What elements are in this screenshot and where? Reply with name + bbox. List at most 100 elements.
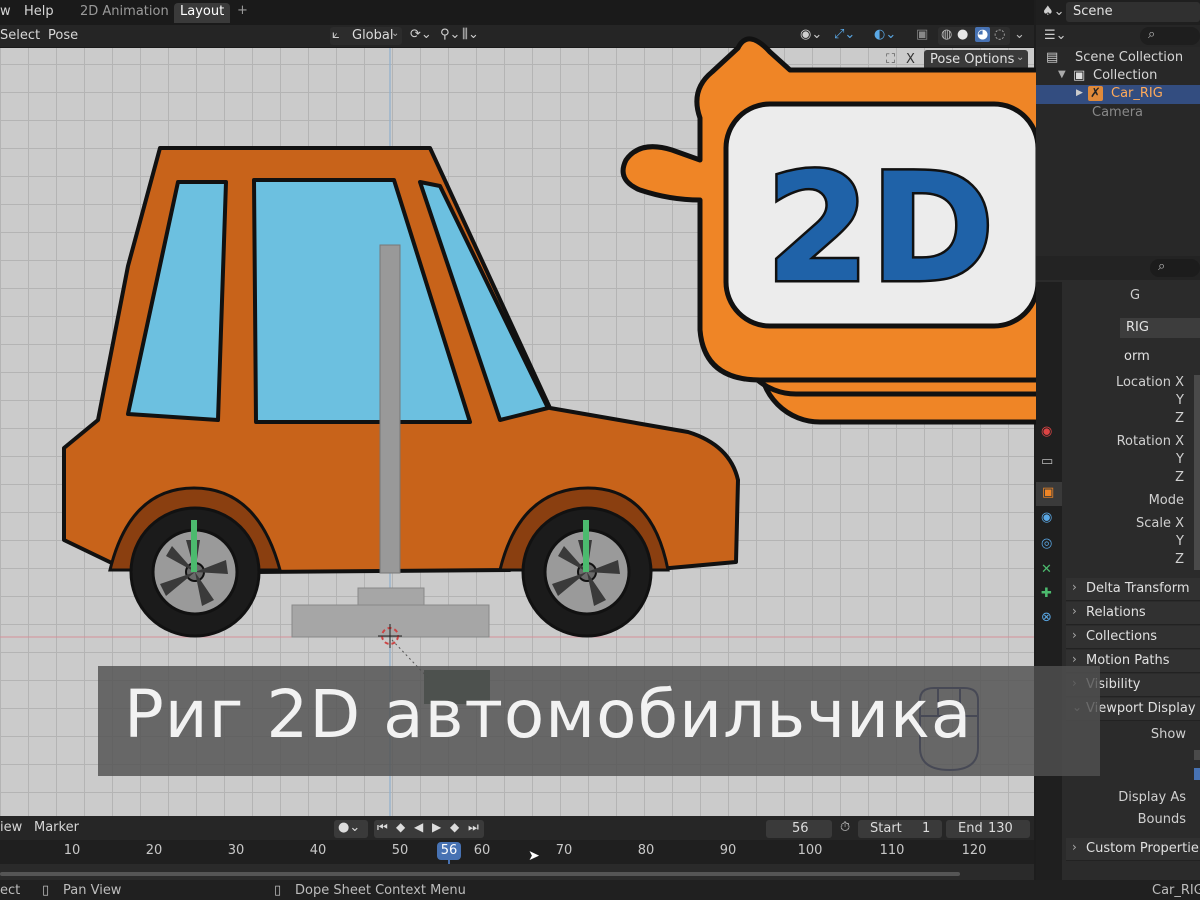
- orientation-label: Global: [352, 28, 394, 43]
- frame-tick: 10: [63, 843, 81, 858]
- snap-icon[interactable]: ⚲⌄: [440, 27, 460, 42]
- front-wheel-bone: [583, 520, 589, 572]
- location-y-label: Y: [1176, 393, 1184, 408]
- object-tab-active[interactable]: ▣: [1036, 482, 1062, 506]
- display-mode-icon[interactable]: ☰⌄: [1044, 28, 1067, 43]
- panel-label: Viewport Display: [1086, 701, 1196, 716]
- record-button[interactable]: ●⌄: [334, 820, 368, 838]
- physics-tab-icon[interactable]: ✕: [1041, 562, 1052, 577]
- prev-keyframe-icon[interactable]: ◆: [396, 820, 405, 834]
- panel-custom-properties[interactable]: › Custom Propertie: [1066, 838, 1200, 861]
- menu-view[interactable]: w: [0, 4, 11, 19]
- frame-tick: 80: [637, 843, 655, 858]
- expand-arrow-icon[interactable]: ▼: [1058, 69, 1066, 80]
- scale-z-label: Z: [1175, 552, 1184, 567]
- rear-wheel-bone: [191, 520, 197, 572]
- frame-tick: 110: [879, 843, 905, 858]
- panel-relations[interactable]: › Relations: [1066, 602, 1200, 625]
- play-reverse-icon[interactable]: ◀: [414, 820, 423, 834]
- modifier-tab-icon[interactable]: ◉: [1041, 510, 1052, 525]
- frame-tick: 70: [555, 843, 573, 858]
- playback-controls: ⏮ ◆ ◀ ▶ ◆ ⏭: [374, 820, 484, 838]
- value-fields-edge[interactable]: [1194, 375, 1200, 570]
- properties-search-input[interactable]: ⌕: [1150, 259, 1200, 277]
- timeline-view-menu[interactable]: iew: [0, 820, 22, 835]
- object-tab-icon: ▣: [1042, 485, 1055, 500]
- mouse-middle-icon: ▯: [42, 883, 50, 898]
- display-as-label: Display As: [1118, 790, 1186, 805]
- status-pan-view: Pan View: [63, 883, 122, 898]
- end-frame-field[interactable]: End 130: [946, 820, 1030, 838]
- panel-collections[interactable]: › Collections: [1066, 626, 1200, 649]
- world-tab-icon[interactable]: ▭: [1041, 454, 1053, 469]
- timeline-marker-menu[interactable]: Marker: [34, 820, 79, 835]
- start-value: 1: [922, 821, 931, 836]
- status-select-hint: ect: [0, 883, 21, 898]
- timeline-scrollbar[interactable]: [0, 872, 960, 876]
- record-icon: ●⌄: [338, 820, 361, 835]
- object-name-fragment: G: [1130, 288, 1141, 303]
- jump-start-icon[interactable]: ⏮: [377, 820, 388, 835]
- object-name-field[interactable]: RIG: [1120, 318, 1200, 338]
- current-frame-value: 56: [792, 821, 809, 836]
- status-context-menu: Dope Sheet Context Menu: [295, 883, 466, 898]
- frame-tick: 120: [961, 843, 987, 858]
- proportional-edit-icon[interactable]: ⫼⌄: [462, 27, 479, 42]
- chevron-down-icon: ⌄: [391, 28, 400, 39]
- rotation-x-label: Rotation X: [1116, 434, 1184, 449]
- add-workspace-button[interactable]: +: [237, 3, 248, 18]
- chevron-right-icon: ›: [1072, 652, 1077, 666]
- next-keyframe-icon[interactable]: ◆: [450, 820, 459, 834]
- play-icon[interactable]: ▶: [432, 820, 441, 834]
- panel-label: Relations: [1086, 605, 1146, 620]
- mouse-right-icon: ▯: [274, 883, 282, 898]
- select-menu[interactable]: Select: [0, 28, 40, 43]
- pose-menu[interactable]: Pose: [48, 28, 78, 43]
- outliner-item-collection[interactable]: Collection: [1093, 68, 1157, 86]
- collection-icon: ▣: [1073, 68, 1086, 83]
- tab-layout[interactable]: Layout: [180, 4, 224, 19]
- constraints-tab-icon[interactable]: ⊗: [1041, 610, 1052, 625]
- tab-2d-animation[interactable]: 2D Animation: [80, 4, 169, 19]
- checkbox-checked-edge[interactable]: [1194, 768, 1200, 780]
- root-bone-small: [357, 587, 425, 606]
- stopwatch-icon[interactable]: ⏱: [840, 820, 850, 835]
- panel-label: Custom Propertie: [1086, 841, 1199, 856]
- mode-label: Mode: [1148, 493, 1184, 508]
- start-frame-field[interactable]: Start 1: [858, 820, 942, 838]
- rotation-z-label: Z: [1175, 470, 1184, 485]
- location-z-label: Z: [1175, 411, 1184, 426]
- current-frame-field[interactable]: 56: [766, 820, 832, 838]
- outliner-search-input[interactable]: ⌕: [1140, 27, 1200, 45]
- outliner-item-scene-collection[interactable]: Scene Collection: [1075, 50, 1183, 68]
- outliner-item-camera[interactable]: Camera: [1092, 105, 1143, 123]
- panel-delta-transform[interactable]: › Delta Transform: [1066, 578, 1200, 601]
- bone-tab-icon[interactable]: ✚: [1041, 586, 1052, 601]
- transform-section-title[interactable]: orm: [1124, 349, 1150, 364]
- outliner-item-car-rig[interactable]: Car_RIG: [1111, 86, 1163, 104]
- scene-tab-icon[interactable]: ◉: [1041, 424, 1052, 439]
- frame-tick: 90: [719, 843, 737, 858]
- show-label: Show: [1150, 727, 1186, 742]
- status-bar: [0, 880, 1200, 900]
- frame-tick: 30: [227, 843, 245, 858]
- pivot-icon[interactable]: ⟳⌄: [410, 27, 432, 42]
- menu-help[interactable]: Help: [24, 4, 54, 19]
- start-label: Start: [870, 821, 902, 836]
- particles-tab-icon[interactable]: ◎: [1041, 536, 1052, 551]
- jump-end-icon[interactable]: ⏭: [468, 820, 479, 835]
- chevron-right-icon: ›: [1072, 604, 1077, 618]
- object-name-value: RIG: [1126, 320, 1149, 335]
- expand-arrow-icon[interactable]: ▶: [1076, 88, 1083, 98]
- scale-y-label: Y: [1176, 534, 1184, 549]
- transform-orientation-dropdown[interactable]: ⟀ Global ⌄: [330, 27, 402, 45]
- scale-x-label: Scale X: [1135, 516, 1184, 531]
- title-banner-text: Риг 2D автомобильчика: [124, 676, 973, 753]
- status-active-object: Car_RIG: [1152, 883, 1200, 898]
- chevron-right-icon: ›: [1072, 580, 1077, 594]
- bounds-label: Bounds: [1137, 812, 1186, 827]
- scene-icon[interactable]: ♠⌄: [1042, 4, 1065, 19]
- frame-tick: 40: [309, 843, 327, 858]
- scene-field[interactable]: Scene: [1066, 2, 1200, 22]
- checkbox-edge[interactable]: [1194, 750, 1200, 760]
